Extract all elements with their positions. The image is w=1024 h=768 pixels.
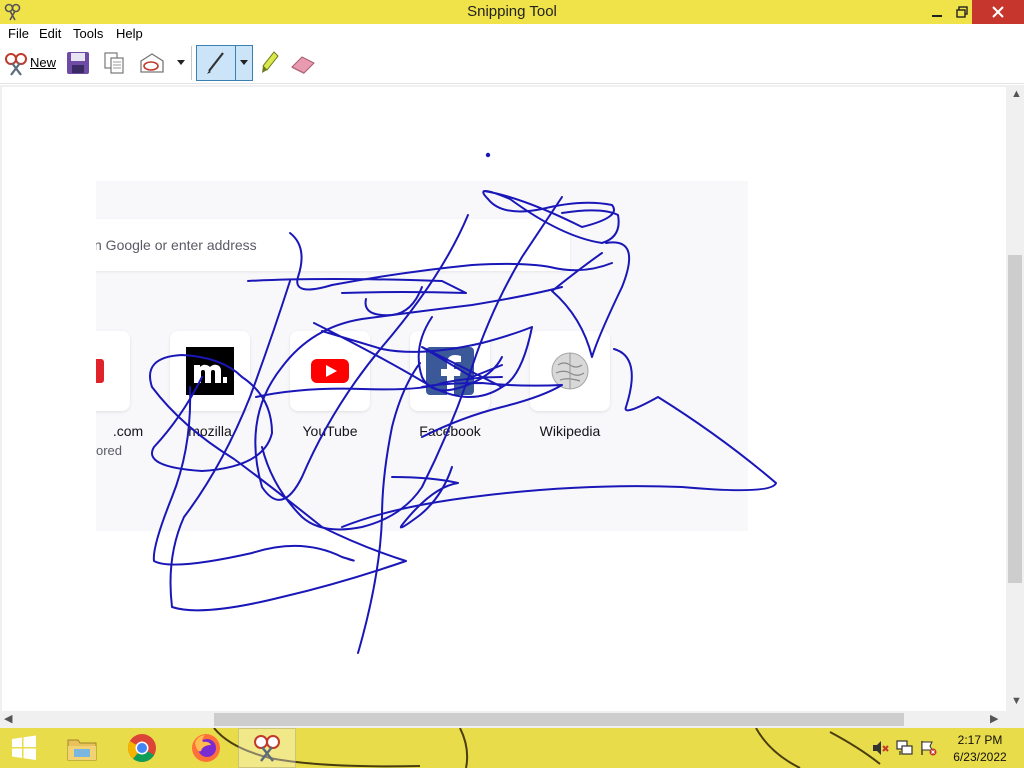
close-icon xyxy=(992,6,1004,18)
tray-volume[interactable] xyxy=(870,728,892,768)
menu-edit[interactable]: Edit xyxy=(39,26,61,41)
vertical-scroll-thumb[interactable] xyxy=(1008,255,1022,583)
pen-tool-button[interactable] xyxy=(196,45,253,81)
snip-canvas-frame: n Google or enter address .com ored mozi… xyxy=(0,85,1024,728)
title-bar: Snipping Tool xyxy=(0,0,1024,24)
highlighter-button[interactable] xyxy=(256,49,282,77)
new-snip-button[interactable]: New xyxy=(2,50,58,76)
taskbar: 2:17 PM 6/23/2022 xyxy=(0,728,1024,768)
menu-bar: File Edit Tools Help xyxy=(0,24,1024,42)
taskbar-clock[interactable]: 2:17 PM 6/23/2022 xyxy=(944,732,1016,766)
clock-date: 6/23/2022 xyxy=(953,750,1007,764)
tray-action-center[interactable] xyxy=(918,728,940,768)
pen-icon xyxy=(207,52,224,74)
close-button[interactable] xyxy=(972,0,1024,24)
save-icon xyxy=(67,52,89,74)
pen-annotation-scribble xyxy=(149,152,777,654)
pen-divider xyxy=(235,46,236,80)
send-snip-icon xyxy=(140,53,164,73)
menu-tools[interactable]: Tools xyxy=(73,26,103,41)
restore-icon xyxy=(956,6,968,18)
menu-file[interactable]: File xyxy=(8,26,29,41)
eraser-button[interactable] xyxy=(287,51,317,77)
send-snip-button[interactable] xyxy=(136,49,168,77)
highlighter-icon xyxy=(262,51,279,73)
new-snip-label: New xyxy=(30,55,57,70)
firefox-icon xyxy=(192,734,220,762)
windows-start-icon xyxy=(12,735,36,760)
send-snip-dropdown[interactable] xyxy=(173,54,189,72)
file-explorer-icon xyxy=(67,739,97,761)
horizontal-scroll-thumb[interactable] xyxy=(214,713,904,726)
snip-scissors-icon xyxy=(5,53,27,76)
eraser-icon xyxy=(291,56,315,74)
tray-network[interactable] xyxy=(894,728,916,768)
save-button[interactable] xyxy=(64,49,92,77)
minimize-icon xyxy=(932,15,942,17)
taskbar-firefox[interactable] xyxy=(178,728,234,768)
start-button[interactable] xyxy=(0,728,48,768)
scroll-right-arrow-icon[interactable]: ▶ xyxy=(990,712,998,725)
copy-icon xyxy=(104,52,124,74)
copy-button[interactable] xyxy=(100,49,128,77)
scroll-left-arrow-icon[interactable]: ◀ xyxy=(4,712,12,725)
toolbar: New xyxy=(0,42,1024,84)
volume-muted-icon xyxy=(873,741,889,755)
taskbar-chrome[interactable] xyxy=(118,728,166,768)
snip-canvas[interactable]: n Google or enter address .com ored mozi… xyxy=(2,87,1006,711)
taskbar-file-explorer[interactable] xyxy=(58,728,106,768)
toolbar-separator xyxy=(191,46,192,80)
taskbar-snipping-tool[interactable] xyxy=(238,728,296,768)
scroll-down-arrow-icon[interactable]: ▼ xyxy=(1011,695,1022,707)
chrome-icon xyxy=(128,734,156,762)
clock-time: 2:17 PM xyxy=(957,733,1003,747)
window-title: Snipping Tool xyxy=(467,3,557,20)
scroll-up-arrow-icon[interactable]: ▲ xyxy=(1011,88,1022,100)
snipping-tool-icon xyxy=(254,735,280,762)
horizontal-scrollbar[interactable]: ◀ ▶ xyxy=(0,711,1006,728)
action-center-flag-icon xyxy=(921,741,937,756)
network-icon xyxy=(896,740,913,755)
menu-help[interactable]: Help xyxy=(116,26,143,41)
pen-dropdown-chevron-icon[interactable] xyxy=(240,60,248,66)
chevron-down-icon xyxy=(177,60,185,65)
vertical-scrollbar[interactable]: ▲ ▼ xyxy=(1006,85,1024,711)
